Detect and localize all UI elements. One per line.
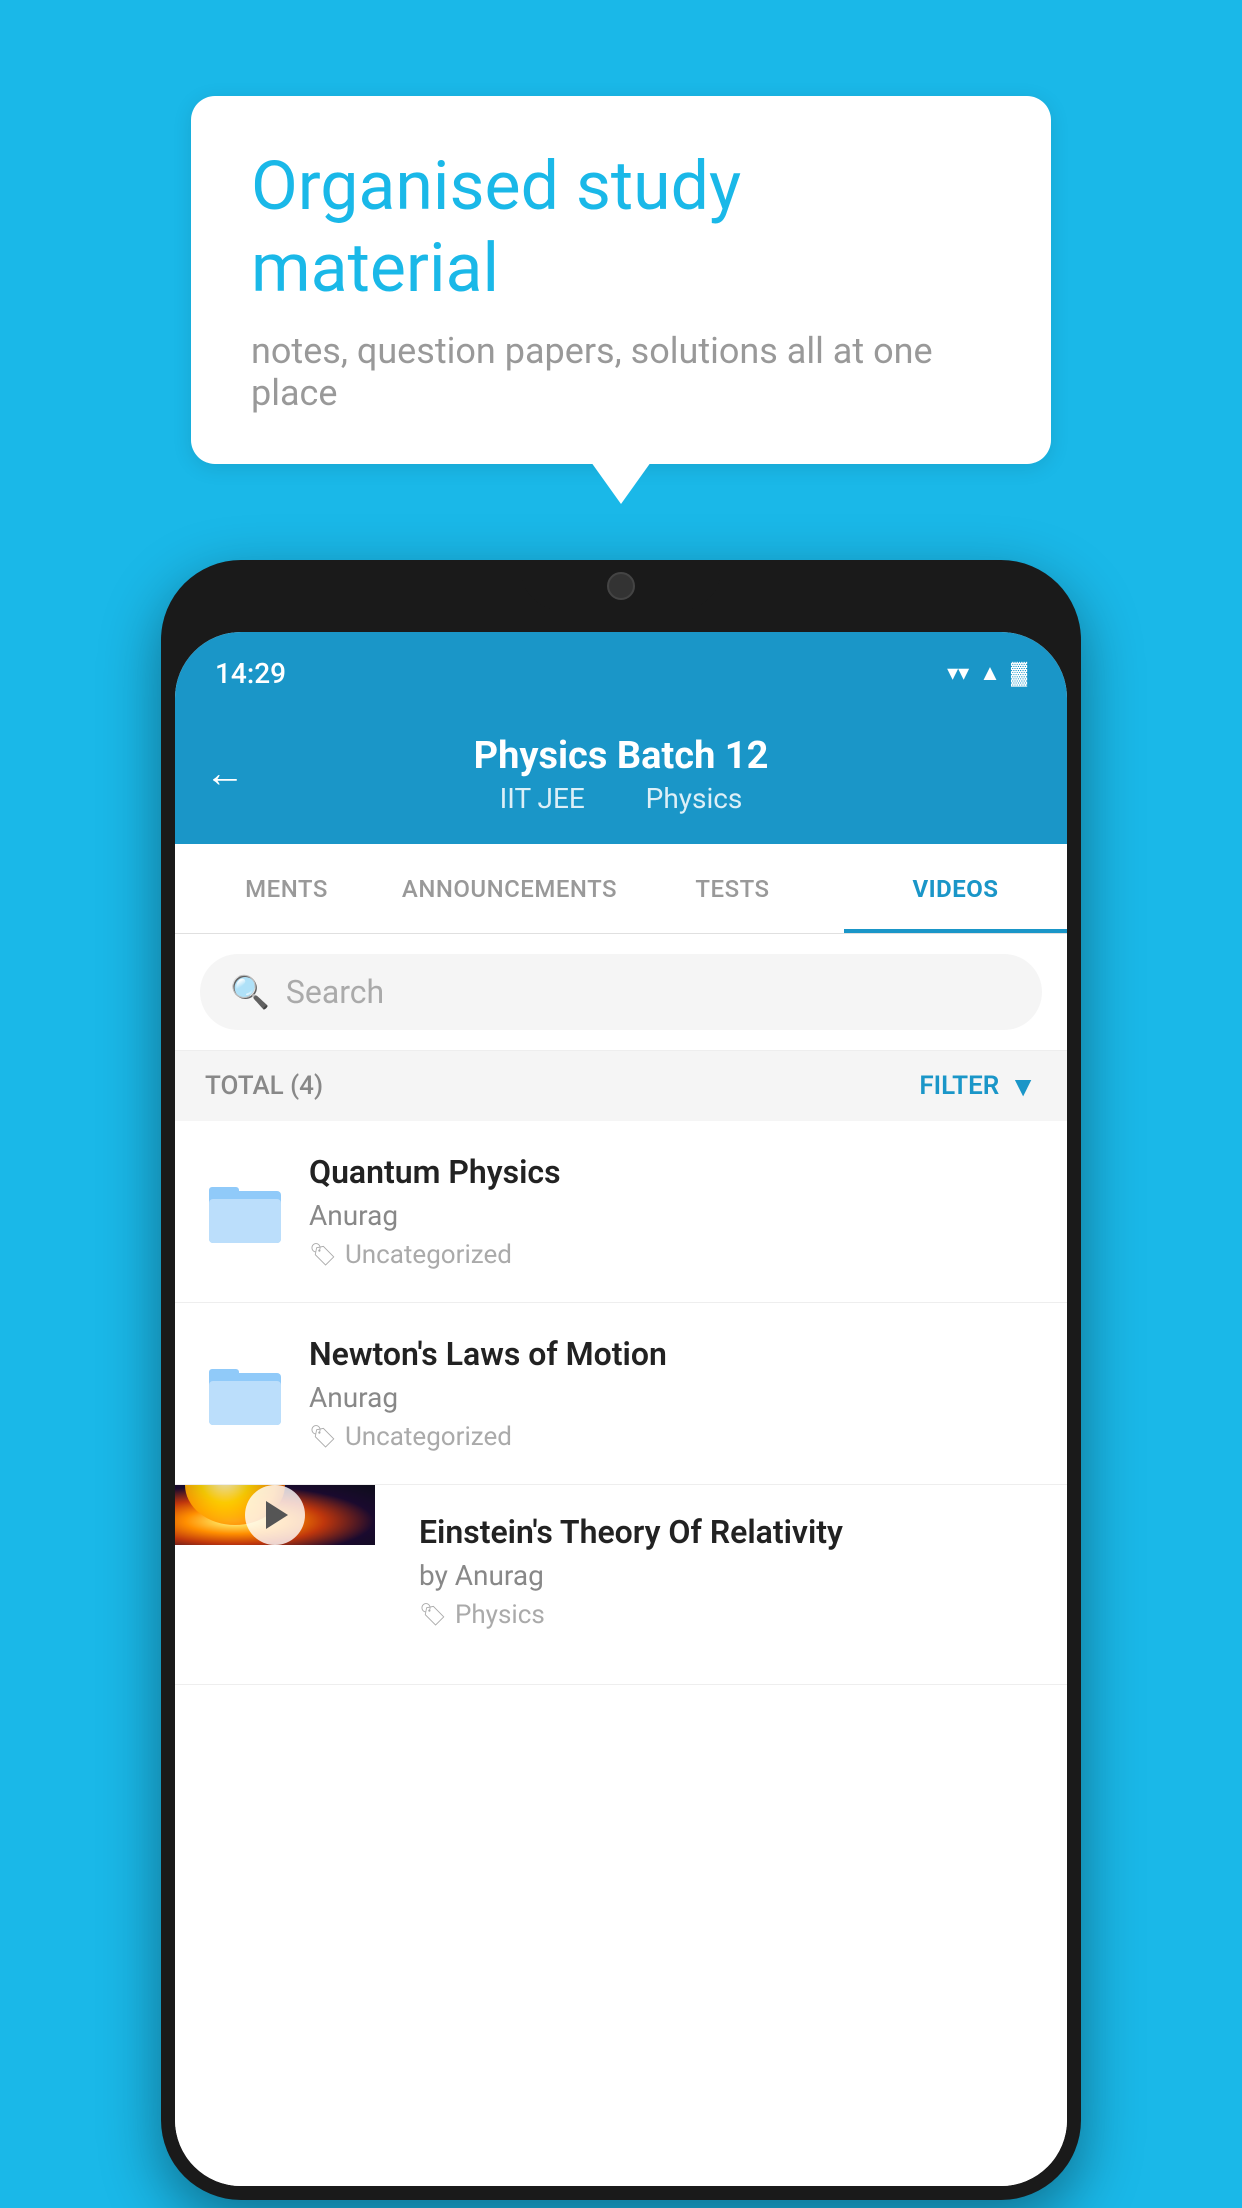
list-item[interactable]: Newton's Laws of Motion Anurag 🏷 Uncateg…: [175, 1303, 1067, 1485]
tab-bar: MENTS ANNOUNCEMENTS TESTS VIDEOS: [175, 844, 1067, 934]
tag-icon: 🏷: [419, 1603, 447, 1628]
video-info: Newton's Laws of Motion Anurag 🏷 Uncateg…: [309, 1335, 1037, 1452]
tab-videos[interactable]: VIDEOS: [844, 844, 1067, 933]
video-list: Quantum Physics Anurag 🏷 Uncategorized: [175, 1121, 1067, 2186]
phone-screen: 14:29 ▾▾ ▲ ▓ ← Physics Batch 12 IIT JEE …: [175, 632, 1067, 2186]
video-tag: 🏷 Uncategorized: [309, 1422, 1037, 1452]
tag-label: Uncategorized: [345, 1422, 512, 1452]
video-info: Einstein's Theory Of Relativity by Anura…: [399, 1485, 1067, 1684]
tag-label: Uncategorized: [345, 1240, 512, 1270]
wifi-icon: ▾▾: [947, 661, 969, 686]
list-item[interactable]: Quantum Physics Anurag 🏷 Uncategorized: [175, 1121, 1067, 1303]
subtitle-physics: Physics: [646, 782, 743, 815]
video-thumbnail: [175, 1485, 375, 1665]
search-icon: 🔍: [230, 973, 270, 1011]
search-placeholder: Search: [286, 973, 384, 1011]
tag-icon: 🏷: [309, 1425, 337, 1450]
video-author: by Anurag: [419, 1559, 1047, 1592]
speech-bubble: Organised study material notes, question…: [191, 96, 1051, 463]
search-container: 🔍 Search: [175, 934, 1067, 1051]
status-bar: 14:29 ▾▾ ▲ ▓: [175, 632, 1067, 704]
search-bar[interactable]: 🔍 Search: [200, 954, 1042, 1030]
status-time: 14:29: [215, 657, 286, 690]
signal-icon: ▲: [979, 660, 1001, 686]
header-title: Physics Batch 12: [474, 734, 769, 778]
video-title: Newton's Laws of Motion: [309, 1335, 1037, 1373]
list-item[interactable]: Einstein's Theory Of Relativity by Anura…: [175, 1485, 1067, 1685]
filter-button[interactable]: FILTER ▼: [919, 1070, 1037, 1103]
battery-icon: ▓: [1011, 660, 1027, 686]
video-author: Anurag: [309, 1381, 1037, 1414]
video-title: Quantum Physics: [309, 1153, 1037, 1191]
total-label: TOTAL (4): [205, 1071, 323, 1101]
play-button[interactable]: [245, 1485, 305, 1545]
video-author: Anurag: [309, 1199, 1037, 1232]
bubble-subtitle: notes, question papers, solutions all at…: [251, 330, 991, 414]
header-subtitle: IIT JEE Physics: [490, 782, 753, 815]
video-title: Einstein's Theory Of Relativity: [419, 1513, 1047, 1551]
filter-bar: TOTAL (4) FILTER ▼: [175, 1051, 1067, 1121]
filter-label: FILTER: [919, 1071, 999, 1101]
video-tag: 🏷 Physics: [419, 1600, 1047, 1630]
top-section: Organised study material notes, question…: [0, 0, 1242, 560]
phone-notch: [521, 560, 721, 610]
play-triangle-icon: [266, 1501, 288, 1529]
subtitle-iit: IIT JEE: [500, 782, 585, 815]
phone-outer: 14:29 ▾▾ ▲ ▓ ← Physics Batch 12 IIT JEE …: [161, 560, 1081, 2200]
folder-icon-wrap: [205, 1354, 285, 1434]
folder-icon-wrap: [205, 1172, 285, 1252]
back-button[interactable]: ←: [205, 752, 245, 797]
phone-camera: [607, 572, 635, 600]
tab-announcements[interactable]: ANNOUNCEMENTS: [398, 844, 621, 933]
bubble-title: Organised study material: [251, 146, 991, 309]
folder-icon: [209, 1181, 281, 1243]
screen-content: 14:29 ▾▾ ▲ ▓ ← Physics Batch 12 IIT JEE …: [175, 632, 1067, 2186]
app-header: ← Physics Batch 12 IIT JEE Physics: [175, 704, 1067, 844]
filter-funnel-icon: ▼: [1009, 1070, 1037, 1103]
tab-ments[interactable]: MENTS: [175, 844, 398, 933]
subtitle-dot: [612, 782, 626, 815]
tag-icon: 🏷: [309, 1243, 337, 1268]
phone-wrapper: 14:29 ▾▾ ▲ ▓ ← Physics Batch 12 IIT JEE …: [161, 560, 1081, 2200]
status-icons: ▾▾ ▲ ▓: [947, 660, 1027, 686]
video-info: Quantum Physics Anurag 🏷 Uncategorized: [309, 1153, 1037, 1270]
tab-tests[interactable]: TESTS: [621, 844, 844, 933]
video-tag: 🏷 Uncategorized: [309, 1240, 1037, 1270]
thumbnail-image: [175, 1485, 375, 1545]
folder-icon: [209, 1363, 281, 1425]
tag-label: Physics: [455, 1600, 545, 1630]
